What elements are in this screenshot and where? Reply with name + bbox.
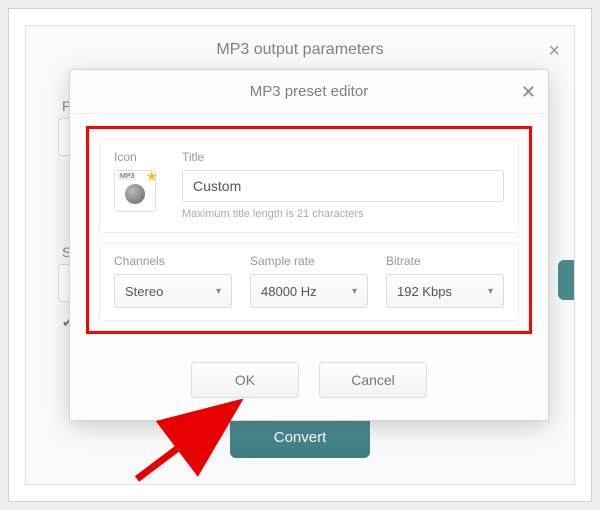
ok-button[interactable]: OK <box>191 362 299 398</box>
channels-value: Stereo <box>125 284 163 299</box>
bitrate-select[interactable]: 192 Kbps ▾ <box>386 274 504 308</box>
close-icon[interactable]: ✕ <box>521 82 536 103</box>
output-side-button[interactable] <box>558 260 574 300</box>
camera-lens-icon <box>125 184 145 204</box>
annotation-highlight-frame: Icon MP3 ★ Title Maximum title length is… <box>86 126 532 334</box>
preset-editor-dialog: MP3 preset editor ✕ Icon MP3 ★ <box>69 69 549 421</box>
chevron-down-icon: ▾ <box>352 286 357 297</box>
params-panel: Channels Stereo ▾ Sample rate 48000 Hz ▾ <box>99 243 519 321</box>
preset-icon-tag: MP3 <box>118 173 136 180</box>
title-hint: Maximum title length is 21 characters <box>182 208 504 220</box>
convert-button-label: Convert <box>274 429 327 446</box>
cancel-button[interactable]: Cancel <box>319 362 427 398</box>
output-parameters-title: MP3 output parameters <box>216 41 383 59</box>
title-label: Title <box>182 150 504 164</box>
preset-editor-footer: OK Cancel <box>70 342 548 420</box>
close-icon[interactable]: × <box>548 40 560 63</box>
convert-button[interactable]: Convert <box>230 416 370 458</box>
preset-editor-body: Icon MP3 ★ Title Maximum title length is… <box>70 114 548 342</box>
preset-icon[interactable]: MP3 ★ <box>114 170 156 212</box>
chevron-down-icon: ▾ <box>488 286 493 297</box>
channels-select[interactable]: Stereo ▾ <box>114 274 232 308</box>
bitrate-value: 192 Kbps <box>397 284 452 299</box>
bitrate-label: Bitrate <box>386 254 504 268</box>
preset-editor-title: MP3 preset editor <box>250 83 368 100</box>
star-icon: ★ <box>145 168 158 185</box>
samplerate-select[interactable]: 48000 Hz ▾ <box>250 274 368 308</box>
icon-label: Icon <box>114 150 166 164</box>
title-input[interactable] <box>182 170 504 202</box>
channels-label: Channels <box>114 254 232 268</box>
screenshot-frame: MP3 output parameters × P S ✔ lb Convert… <box>8 8 592 502</box>
samplerate-value: 48000 Hz <box>261 284 317 299</box>
samplerate-label: Sample rate <box>250 254 368 268</box>
preset-editor-header: MP3 preset editor ✕ <box>70 70 548 114</box>
title-panel: Icon MP3 ★ Title Maximum title length is… <box>99 139 519 233</box>
cancel-button-label: Cancel <box>351 372 395 388</box>
chevron-down-icon: ▾ <box>216 286 221 297</box>
ok-button-label: OK <box>235 372 255 388</box>
output-parameters-header: MP3 output parameters × <box>26 26 574 74</box>
